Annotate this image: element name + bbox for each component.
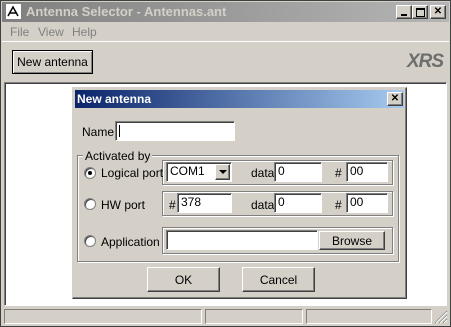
dialog-close-button[interactable]: ✕: [387, 92, 403, 106]
chevron-down-icon: [218, 170, 227, 174]
minimize-icon: [401, 14, 407, 16]
cancel-button[interactable]: Cancel: [242, 267, 315, 292]
cancel-label: Cancel: [259, 272, 298, 287]
menu-file[interactable]: File: [10, 25, 29, 39]
hw-hash-label-2: #: [335, 198, 342, 212]
main-titlebar[interactable]: Antenna Selector - Antennas.ant ✕: [2, 2, 449, 22]
logical-data-input[interactable]: 0: [274, 162, 322, 182]
status-pane-3: [306, 309, 432, 324]
com-port-select[interactable]: COM1: [166, 162, 232, 182]
name-label: Name: [82, 125, 115, 139]
ok-button[interactable]: OK: [147, 267, 220, 292]
logical-data-label: data: [251, 166, 275, 180]
dialog-titlebar[interactable]: New antenna ✕: [75, 90, 404, 108]
browse-label: Browse: [331, 233, 372, 248]
hw-port-input[interactable]: 378: [177, 193, 232, 213]
activated-by-label: Activated by: [83, 149, 153, 163]
hw-port-radio[interactable]: [84, 198, 96, 210]
maximize-icon: [415, 7, 425, 17]
text-cursor: [119, 125, 120, 137]
dropdown-button[interactable]: [215, 164, 230, 180]
status-pane-2: [205, 309, 303, 324]
status-pane-1: [4, 309, 202, 324]
hw-port-label: HW port: [101, 198, 146, 212]
logical-port-label: Logical port: [101, 166, 164, 180]
application-input[interactable]: [166, 230, 318, 250]
status-bar: [2, 307, 449, 326]
app-icon: [6, 4, 21, 19]
brand-logo: XRS: [407, 51, 444, 72]
window-title: Antenna Selector - Antennas.ant: [26, 4, 227, 19]
com-port-value: COM1: [170, 164, 205, 178]
dialog-title: New antenna: [77, 92, 152, 106]
logical-num-input[interactable]: 00: [346, 162, 388, 182]
application-label: Application: [101, 235, 160, 249]
close-button[interactable]: ✕: [430, 5, 446, 19]
application-radio[interactable]: [84, 235, 96, 247]
maximize-button[interactable]: [412, 5, 428, 19]
hw-hash-label-1: #: [169, 198, 176, 212]
hw-num-input[interactable]: 00: [346, 193, 388, 213]
new-antenna-dialog: New antenna ✕ Name Activated by Logical …: [72, 87, 407, 299]
menu-help[interactable]: Help: [72, 25, 97, 39]
ok-label: OK: [174, 272, 193, 287]
menu-view[interactable]: View: [38, 25, 64, 39]
hw-data-label: data: [251, 198, 275, 212]
new-antenna-label: New antenna: [17, 55, 88, 69]
browse-button[interactable]: Browse: [319, 231, 385, 250]
toolbar: New antenna XRS: [2, 41, 449, 81]
logical-port-radio[interactable]: [84, 167, 96, 179]
close-icon: ✕: [390, 93, 400, 104]
logical-hash-label: #: [335, 166, 342, 180]
hw-data-input[interactable]: 0: [274, 193, 322, 213]
menu-bar: File View Help: [2, 23, 449, 41]
name-input[interactable]: [115, 121, 235, 141]
new-antenna-button[interactable]: New antenna: [12, 50, 93, 74]
resize-grip-icon[interactable]: [434, 310, 448, 324]
minimize-button[interactable]: [396, 5, 412, 19]
close-icon: ✕: [433, 6, 443, 17]
